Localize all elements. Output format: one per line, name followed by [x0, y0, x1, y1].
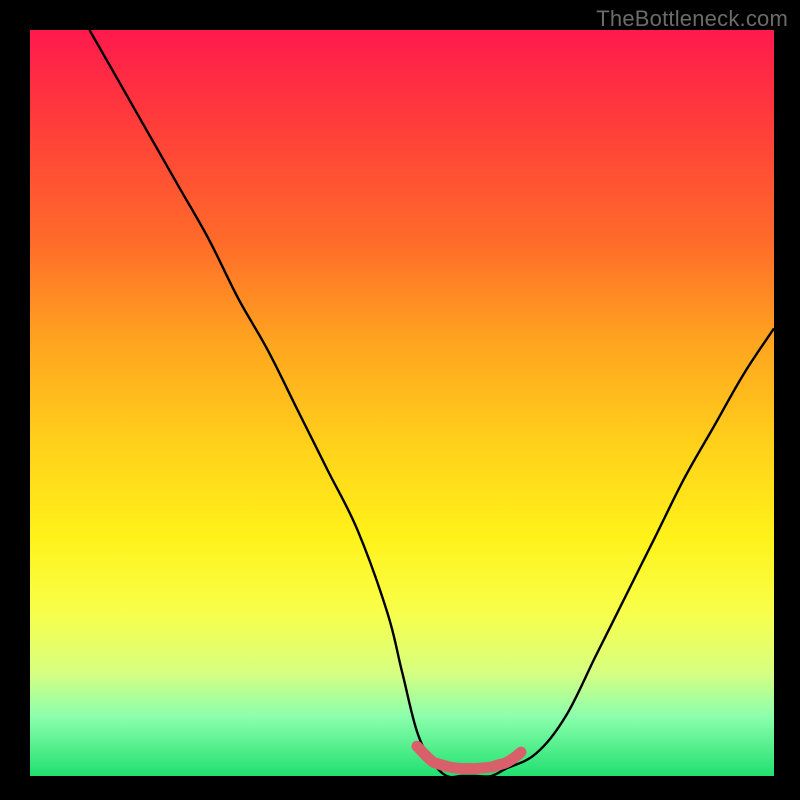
- optimal-band: [417, 746, 521, 768]
- plot-area: [30, 30, 774, 776]
- chart-svg: [30, 30, 774, 776]
- chart-frame: TheBottleneck.com: [0, 0, 800, 800]
- watermark-text: TheBottleneck.com: [596, 6, 788, 32]
- bottleneck-curve: [90, 30, 775, 776]
